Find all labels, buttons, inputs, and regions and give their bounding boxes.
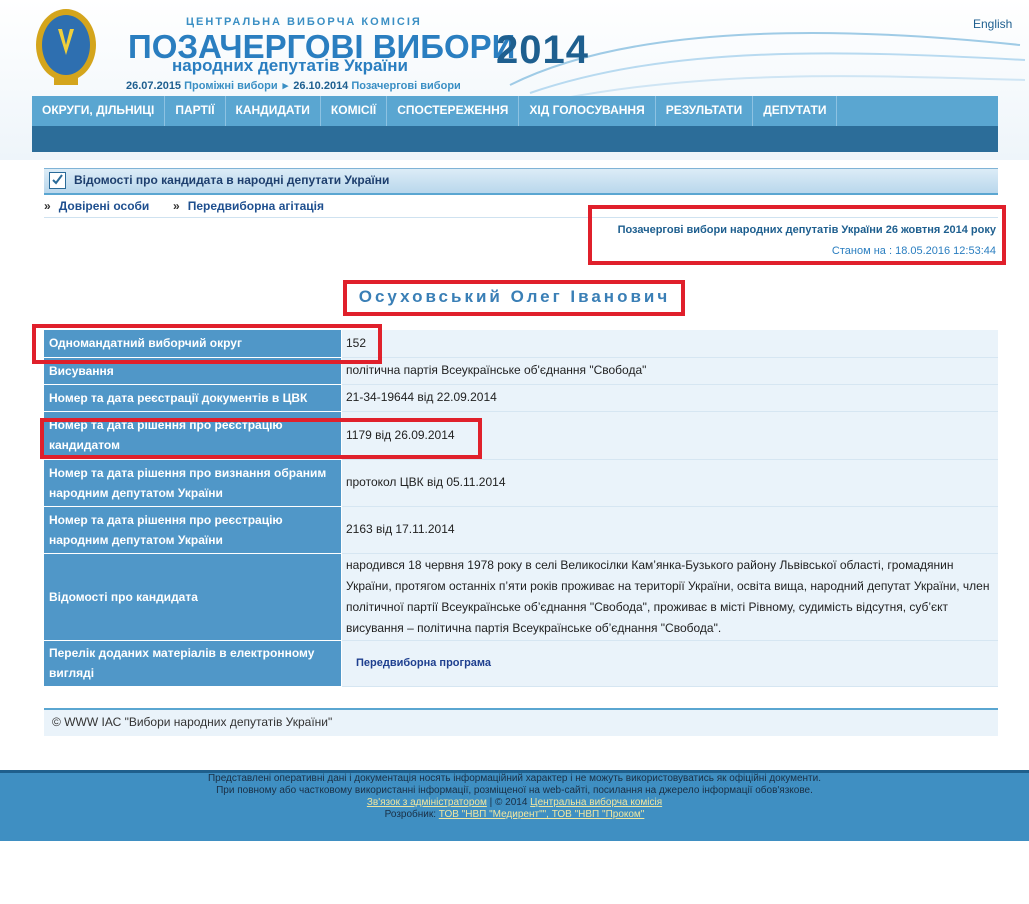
link-contact-admin[interactable]: Зв'язок з адміністратором bbox=[367, 797, 487, 808]
row-key: Номер та дата рішення про визнання обран… bbox=[44, 459, 342, 507]
nav-item-results[interactable]: РЕЗУЛЬТАТИ bbox=[656, 96, 754, 126]
row-value: Передвиборна програма bbox=[341, 640, 998, 687]
row-value: політична партія Всеукраїнське об'єднанн… bbox=[341, 357, 998, 385]
link-cvk[interactable]: Центральна виборча комісія bbox=[530, 797, 662, 808]
org-name: ЦЕНТРАЛЬНА ВИБОРЧА КОМІСІЯ bbox=[186, 16, 422, 28]
section-header: Відомості про кандидата в народні депута… bbox=[44, 168, 998, 195]
footer-disclaimer-2: При повному або частковому використанні … bbox=[216, 785, 813, 796]
highlight-box-name bbox=[343, 280, 685, 316]
site-footer: Представлені оперативні дані і документа… bbox=[0, 770, 1029, 841]
sub-nav-bar bbox=[32, 126, 998, 152]
highlight-box-registration bbox=[40, 418, 482, 459]
arrow-icon: » bbox=[173, 199, 180, 213]
table-row: Номер та дата реєстрації документів в ЦВ… bbox=[44, 384, 998, 412]
highlight-box-election bbox=[588, 205, 1006, 265]
language-link-english[interactable]: English bbox=[973, 17, 1012, 31]
copyright-bar: © WWW ІАС "Вибори народних депутатів Укр… bbox=[44, 708, 998, 736]
checkbox-icon bbox=[49, 172, 66, 189]
cvk-emblem-icon[interactable] bbox=[34, 5, 98, 89]
footer-copy: | © 2014 bbox=[486, 797, 531, 808]
footer-developer: Розробник: ТОВ "НВП "Медирент"", ТОВ "НВ… bbox=[0, 809, 1029, 821]
nav-item-parties[interactable]: ПАРТІЇ bbox=[165, 96, 226, 126]
footer-links: Зв'язок з адміністратором | © 2014 Центр… bbox=[0, 797, 1029, 809]
table-row: Номер та дата рішення про реєстрацію нар… bbox=[44, 506, 998, 554]
link-developer[interactable]: ТОВ "НВП "Медирент"", ТОВ "НВП "Проком" bbox=[439, 809, 645, 820]
link-midterm-elections[interactable]: Проміжні вибори bbox=[184, 80, 277, 92]
table-row: Номер та дата рішення про визнання обран… bbox=[44, 459, 998, 507]
row-value: народився 18 червня 1978 року в селі Вел… bbox=[341, 553, 998, 641]
highlight-box-district bbox=[32, 324, 382, 364]
arrow-icon: » bbox=[44, 199, 51, 213]
footer-disclaimer-1: Представлені оперативні дані і документа… bbox=[207, 773, 822, 784]
nav-item-commissions[interactable]: КОМІСІЇ bbox=[321, 96, 388, 126]
date-snap[interactable]: 26.10.2014 bbox=[293, 80, 348, 92]
link-snap-elections[interactable]: Позачергові вибори bbox=[351, 80, 460, 92]
section-title: Відомості про кандидата в народні депута… bbox=[74, 173, 390, 187]
row-key: Перелік доданих матеріалів в електронном… bbox=[44, 640, 342, 687]
main-nav: ОКРУГИ, ДІЛЬНИЦІ ПАРТІЇ КАНДИДАТИ КОМІСІ… bbox=[32, 96, 998, 127]
link-trustees[interactable]: Довірені особи bbox=[59, 199, 150, 213]
copyright-text: © WWW ІАС "Вибори народних депутатів Укр… bbox=[52, 715, 333, 729]
nav-item-deputies[interactable]: ДЕПУТАТИ bbox=[753, 96, 838, 126]
date-midterm[interactable]: 26.07.2015 bbox=[126, 80, 181, 92]
nav-item-districts[interactable]: ОКРУГИ, ДІЛЬНИЦІ bbox=[32, 96, 166, 126]
row-value: 152 bbox=[341, 330, 998, 358]
nav-item-candidates[interactable]: КАНДИДАТИ bbox=[226, 96, 321, 126]
election-date-links: 26.07.2015 Проміжні вибори ▸ 26.10.2014 … bbox=[126, 79, 461, 92]
site-subtitle: народних депутатів України bbox=[172, 56, 408, 75]
nav-item-observation[interactable]: СПОСТЕРЕЖЕННЯ bbox=[387, 96, 520, 126]
row-key: Номер та дата реєстрації документів в ЦВ… bbox=[44, 384, 342, 412]
row-key: Номер та дата рішення про реєстрацію нар… bbox=[44, 506, 342, 554]
election-year: 2014 bbox=[496, 28, 589, 72]
row-key: Відомості про кандидата bbox=[44, 553, 342, 641]
nav-item-voting-progress[interactable]: ХІД ГОЛОСУВАННЯ bbox=[519, 96, 656, 126]
arrow-icon: ▸ bbox=[282, 80, 289, 92]
link-election-program[interactable]: Передвиборна програма bbox=[356, 657, 491, 669]
link-campaign[interactable]: Передвиборна агітація bbox=[188, 199, 324, 213]
developer-label: Розробник: bbox=[384, 809, 439, 820]
table-row: Відомості про кандидата народився 18 чер… bbox=[44, 553, 998, 641]
row-value: 2163 від 17.11.2014 bbox=[341, 506, 998, 554]
table-row: Перелік доданих матеріалів в електронном… bbox=[44, 640, 998, 687]
row-value: 21-34-19644 від 22.09.2014 bbox=[341, 384, 998, 412]
candidate-details-table: Одномандатний виборчий округ 152 Висуван… bbox=[44, 330, 998, 687]
row-value: протокол ЦВК від 05.11.2014 bbox=[341, 459, 998, 507]
